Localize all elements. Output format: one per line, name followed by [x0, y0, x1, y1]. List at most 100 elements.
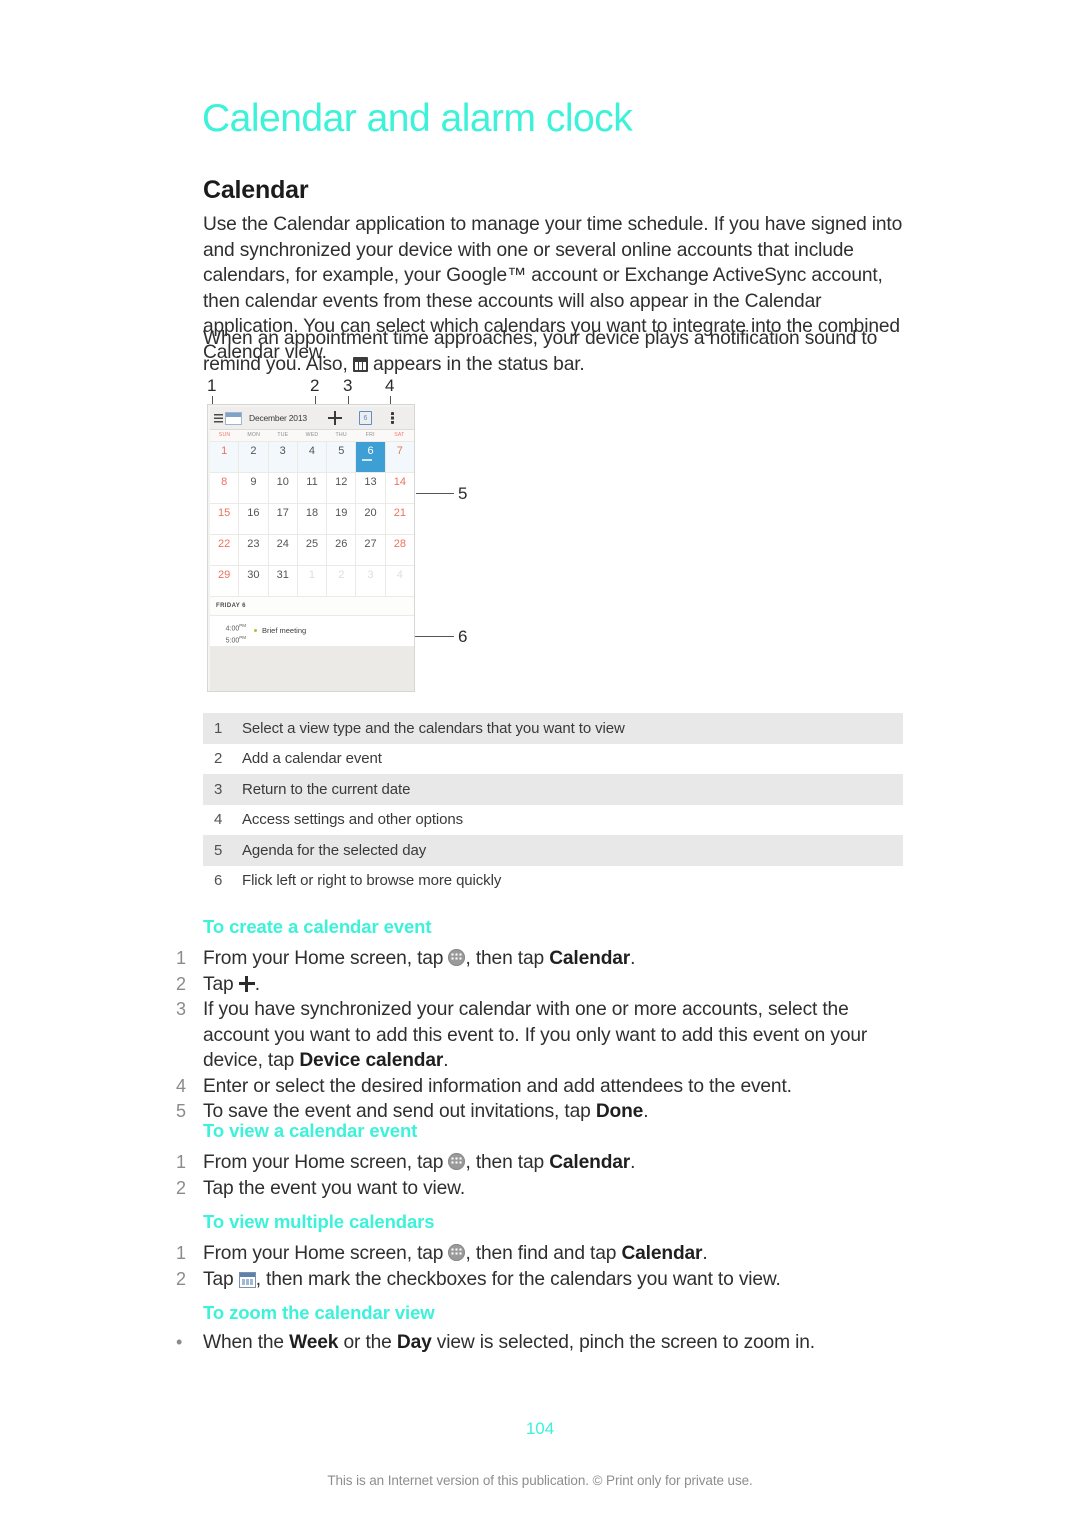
- agenda-event-color-dot: [254, 629, 257, 632]
- legend-number: 1: [214, 719, 223, 737]
- calendar-view-icon[interactable]: [225, 411, 242, 425]
- calendar-day-cell[interactable]: 26: [327, 535, 357, 565]
- calendar-day-cell[interactable]: 3: [356, 566, 386, 596]
- calendar-day-cell[interactable]: 21: [386, 504, 414, 534]
- steps-view-event: 1 From your Home screen, tap , then tap …: [173, 1150, 913, 1201]
- step-item: 4 Enter or select the desired informatio…: [173, 1074, 913, 1100]
- step-text: From your Home screen, tap , then find a…: [203, 1241, 913, 1267]
- step-text-part: From your Home screen, tap: [203, 1152, 444, 1173]
- callout-number-1: 1: [207, 376, 217, 395]
- calendar-day-cell[interactable]: 25: [298, 535, 328, 565]
- intro-paragraph-2-text-after: appears in the status bar.: [373, 353, 585, 375]
- calendar-day-cell[interactable]: 1: [210, 442, 240, 472]
- calendar-day-cell[interactable]: 8: [210, 473, 240, 503]
- calendar-day-cell[interactable]: 1: [298, 566, 328, 596]
- calendar-day-cell[interactable]: 27: [356, 535, 386, 565]
- step-item: 3 If you have synchronized your calendar…: [173, 997, 913, 1074]
- calendar-day-cell[interactable]: 14: [386, 473, 414, 503]
- legend-number: 4: [214, 811, 223, 829]
- step-text-part: view is selected, pinch the screen to zo…: [436, 1332, 815, 1353]
- legend-row: 1 Select a view type and the calendars th…: [203, 713, 903, 744]
- calendar-day-cell[interactable]: 16: [239, 504, 269, 534]
- calendar-day-cell[interactable]: 15: [210, 504, 240, 534]
- step-text-part: , then tap: [465, 948, 544, 969]
- step-text-bold: Calendar: [549, 948, 631, 969]
- step-text-part: To save the event and send out invitatio…: [203, 1101, 591, 1122]
- agenda-empty-area: [210, 647, 414, 691]
- section-title-zoom-view: To zoom the calendar view: [203, 1302, 435, 1323]
- calendar-day-cell[interactable]: 6: [356, 442, 386, 472]
- step-item: • When the Week or the Day view is selec…: [173, 1330, 913, 1356]
- calendar-week-row: 1234567: [210, 442, 414, 473]
- calendar-day-cell[interactable]: 5: [327, 442, 357, 472]
- calendar-day-cell[interactable]: 11: [298, 473, 328, 503]
- calendar-day-cell[interactable]: 10: [269, 473, 298, 503]
- overflow-menu-icon[interactable]: [391, 412, 394, 424]
- step-text-bold: Calendar: [621, 1243, 703, 1264]
- calendar-day-cell[interactable]: 2: [327, 566, 357, 596]
- calendar-day-cell[interactable]: 30: [239, 566, 269, 596]
- legend-row: 6 Flick left or right to browse more quic…: [203, 866, 903, 897]
- agenda-event-row[interactable]: 4:00PM 5:00PM Brief meeting: [210, 616, 414, 647]
- calendar-day-cell[interactable]: 9: [239, 473, 269, 503]
- agenda-event-time: 4:00PM 5:00PM: [220, 621, 246, 646]
- calendar-day-cell[interactable]: 19: [327, 504, 357, 534]
- legend-text: Return to the current date: [242, 780, 411, 798]
- calendar-day-cell[interactable]: 17: [269, 504, 298, 534]
- weekday-tue: TUE: [277, 432, 289, 438]
- legend-text: Add a calendar event: [242, 750, 382, 768]
- step-text: Tap , then mark the checkboxes for the c…: [203, 1267, 913, 1293]
- weekday-sat: SAT: [394, 432, 405, 438]
- calendar-day-cell[interactable]: 4: [386, 566, 414, 596]
- legend-number: 2: [214, 750, 223, 768]
- steps-multiple-calendars: 1 From your Home screen, tap , then find…: [173, 1241, 913, 1292]
- calendar-day-cell[interactable]: 7: [386, 442, 414, 472]
- calendar-month-grid[interactable]: 1 2 3 4 5 6 7 8 9 10 11 12 13 14 15 16 17 18 19 20 21 22 23 24 2…: [210, 442, 414, 597]
- agenda-event-title: Brief meeting: [262, 626, 307, 635]
- add-event-icon[interactable]: [328, 411, 342, 425]
- calendar-day-cell[interactable]: 23: [239, 535, 269, 565]
- agenda-end-time: 5:00: [225, 637, 240, 645]
- step-text-bold: Day: [396, 1332, 432, 1353]
- section-title-create-event: To create a calendar event: [203, 916, 432, 937]
- agenda-start-meridiem: PM: [239, 623, 246, 628]
- calendar-day-cell[interactable]: 18: [298, 504, 328, 534]
- step-item: 2 Tap , then mark the checkboxes for the…: [173, 1267, 913, 1293]
- steps-create-event: 1 From your Home screen, tap , then tap …: [173, 946, 913, 1125]
- calendar-day-cell[interactable]: 2: [239, 442, 269, 472]
- legend-row: 2 Add a calendar event: [203, 744, 903, 775]
- calendar-weekday-header: SUN MON TUE WED THU FRI SAT: [210, 430, 414, 442]
- step-item: 2 Tap .: [173, 972, 913, 998]
- calendar-day-cell[interactable]: 13: [356, 473, 386, 503]
- weekday-fri: FRI: [365, 432, 375, 438]
- step-number: 5: [176, 1101, 186, 1121]
- calendar-day-cell[interactable]: 20: [356, 504, 386, 534]
- calendar-day-cell[interactable]: 24: [269, 535, 298, 565]
- phone-mockup: December 2013 6 SUN MON TUE WED THU FRI …: [207, 404, 415, 692]
- page-title: Calendar and alarm clock: [202, 97, 633, 140]
- calendar-week-row: 22 23 24 25 26 27 28: [210, 535, 414, 566]
- calendar-day-cell[interactable]: 12: [327, 473, 357, 503]
- step-item: 2 Tap the event you want to view.: [173, 1176, 913, 1202]
- weekday-mon: MON: [247, 432, 261, 438]
- calendar-day-cell[interactable]: 3: [269, 442, 298, 472]
- step-text: From your Home screen, tap , then tap Ca…: [203, 946, 913, 972]
- hamburger-icon[interactable]: [214, 413, 223, 423]
- today-button[interactable]: 6: [359, 411, 372, 425]
- legend-row: 5 Agenda for the selected day: [203, 835, 903, 866]
- step-text: When the Week or the Day view is selecte…: [203, 1330, 913, 1356]
- step-text-part: or the: [343, 1332, 392, 1353]
- footer-note: This is an Internet version of this publ…: [327, 1473, 753, 1488]
- calendar-day-cell[interactable]: 22: [210, 535, 240, 565]
- legend-number: 6: [214, 872, 223, 890]
- calendar-day-cell[interactable]: 29: [210, 566, 240, 596]
- calendar-day-cell[interactable]: 4: [298, 442, 328, 472]
- step-number: 1: [176, 1152, 186, 1172]
- calendar-day-cell[interactable]: 31: [269, 566, 298, 596]
- calendar-status-icon: [352, 356, 368, 372]
- calendar-day-cell[interactable]: 28: [386, 535, 414, 565]
- steps-zoom-view: • When the Week or the Day view is selec…: [173, 1330, 913, 1356]
- document-page: Calendar and alarm clock Calendar Use th…: [0, 0, 1080, 1527]
- calendar-week-row: 8 9 10 11 12 13 14: [210, 473, 414, 504]
- step-text-bold: Week: [289, 1332, 339, 1353]
